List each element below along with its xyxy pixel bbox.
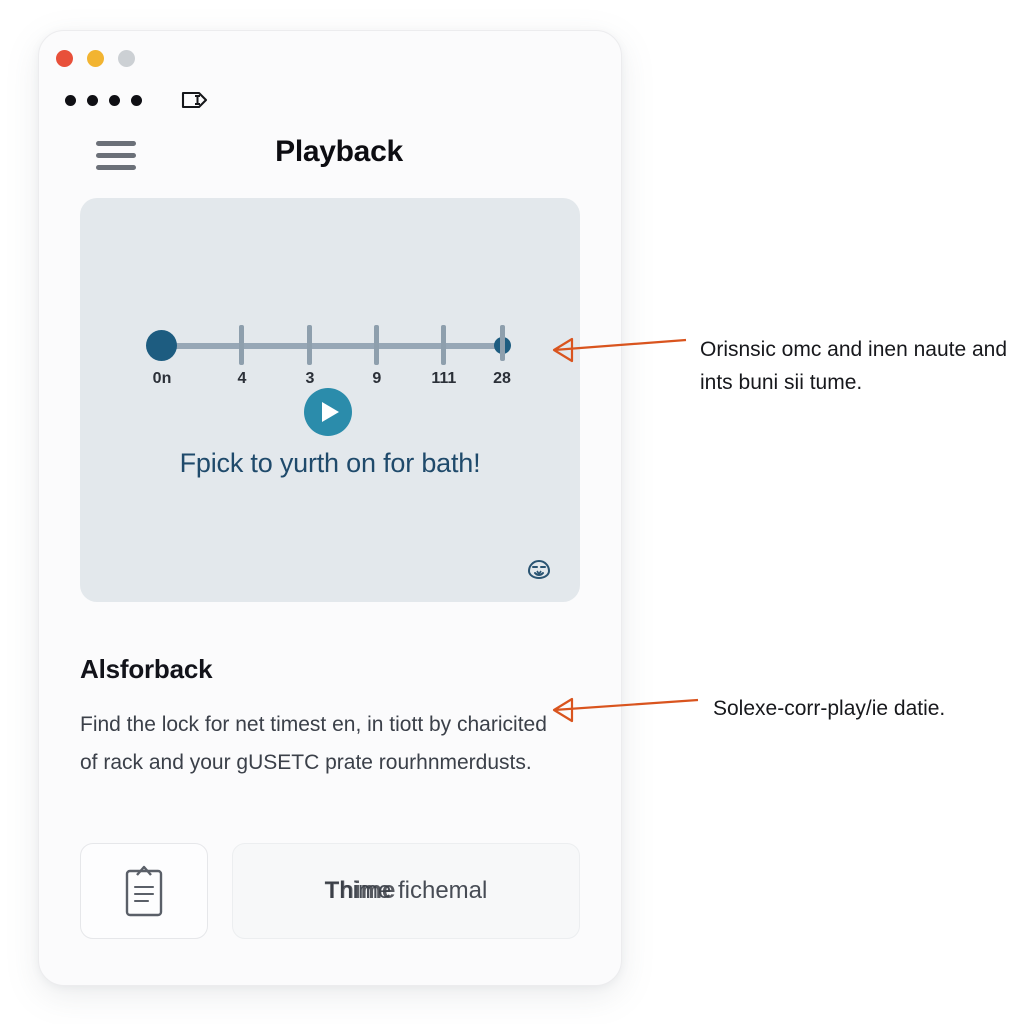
- timeline-tick: [239, 325, 245, 365]
- playback-timeline[interactable]: 0n 4 3 9 111 28: [146, 325, 511, 387]
- timeline-tick-label: 0n: [152, 370, 172, 387]
- status-indicator-row: [65, 89, 209, 111]
- clipboard-icon: [125, 865, 163, 917]
- app-bar: Playback: [39, 121, 621, 195]
- annotation-1-text: Orisnsic omc and inen naute and ints bun…: [700, 338, 1008, 394]
- media-caption: Fpick to yurth on for bath!: [179, 448, 481, 478]
- timeline-tick: [441, 325, 447, 365]
- timeline-start-handle[interactable]: [146, 330, 177, 361]
- phone-window-frame: Playback 0n 4 3 9 111 28 Fpick to yurth on fo…: [38, 30, 622, 986]
- timeline-tick-label: 111: [431, 370, 457, 387]
- tag-icon[interactable]: [181, 89, 209, 111]
- timeline-tick-label: 28: [493, 370, 511, 387]
- status-dots: [65, 94, 142, 106]
- clipboard-button[interactable]: [80, 843, 208, 939]
- status-dot: [109, 94, 120, 106]
- annotation-2-text: Solexe-corr-play/ie datie.: [713, 697, 946, 720]
- section-body-text: Find the lock for net timest en, in tiot…: [80, 713, 547, 774]
- status-dot: [87, 94, 98, 106]
- primary-action-button[interactable]: Thime fichemal: [232, 843, 580, 939]
- timeline-tick-label: 3: [305, 370, 315, 387]
- face-icon[interactable]: [524, 554, 554, 584]
- media-player-card: 0n 4 3 9 111 28 Fpick to yurth on for bath!: [80, 198, 580, 602]
- timeline-tick: [499, 325, 505, 361]
- annotation-2-arrow: [552, 697, 699, 723]
- annotation-1-arrow: [552, 337, 687, 363]
- window-controls: [56, 50, 135, 67]
- action-button-row: Thime fichemal: [80, 843, 580, 939]
- page-title: Playback: [275, 135, 403, 168]
- section-heading: Alsforback: [80, 654, 213, 684]
- timeline-tick-label: 9: [372, 370, 382, 387]
- play-triangle: [322, 402, 339, 422]
- maximize-button[interactable]: [118, 50, 135, 67]
- primary-action-label: Thime fichemal: [325, 877, 488, 905]
- timeline-tick: [307, 325, 313, 365]
- minimize-button[interactable]: [87, 50, 104, 67]
- close-button[interactable]: [56, 50, 73, 67]
- play-icon[interactable]: [304, 388, 352, 436]
- timeline-track[interactable]: [162, 343, 502, 349]
- status-dot: [131, 94, 142, 106]
- status-dot: [65, 94, 76, 106]
- timeline-tick: [374, 325, 380, 365]
- timeline-tick-label: 4: [237, 370, 247, 387]
